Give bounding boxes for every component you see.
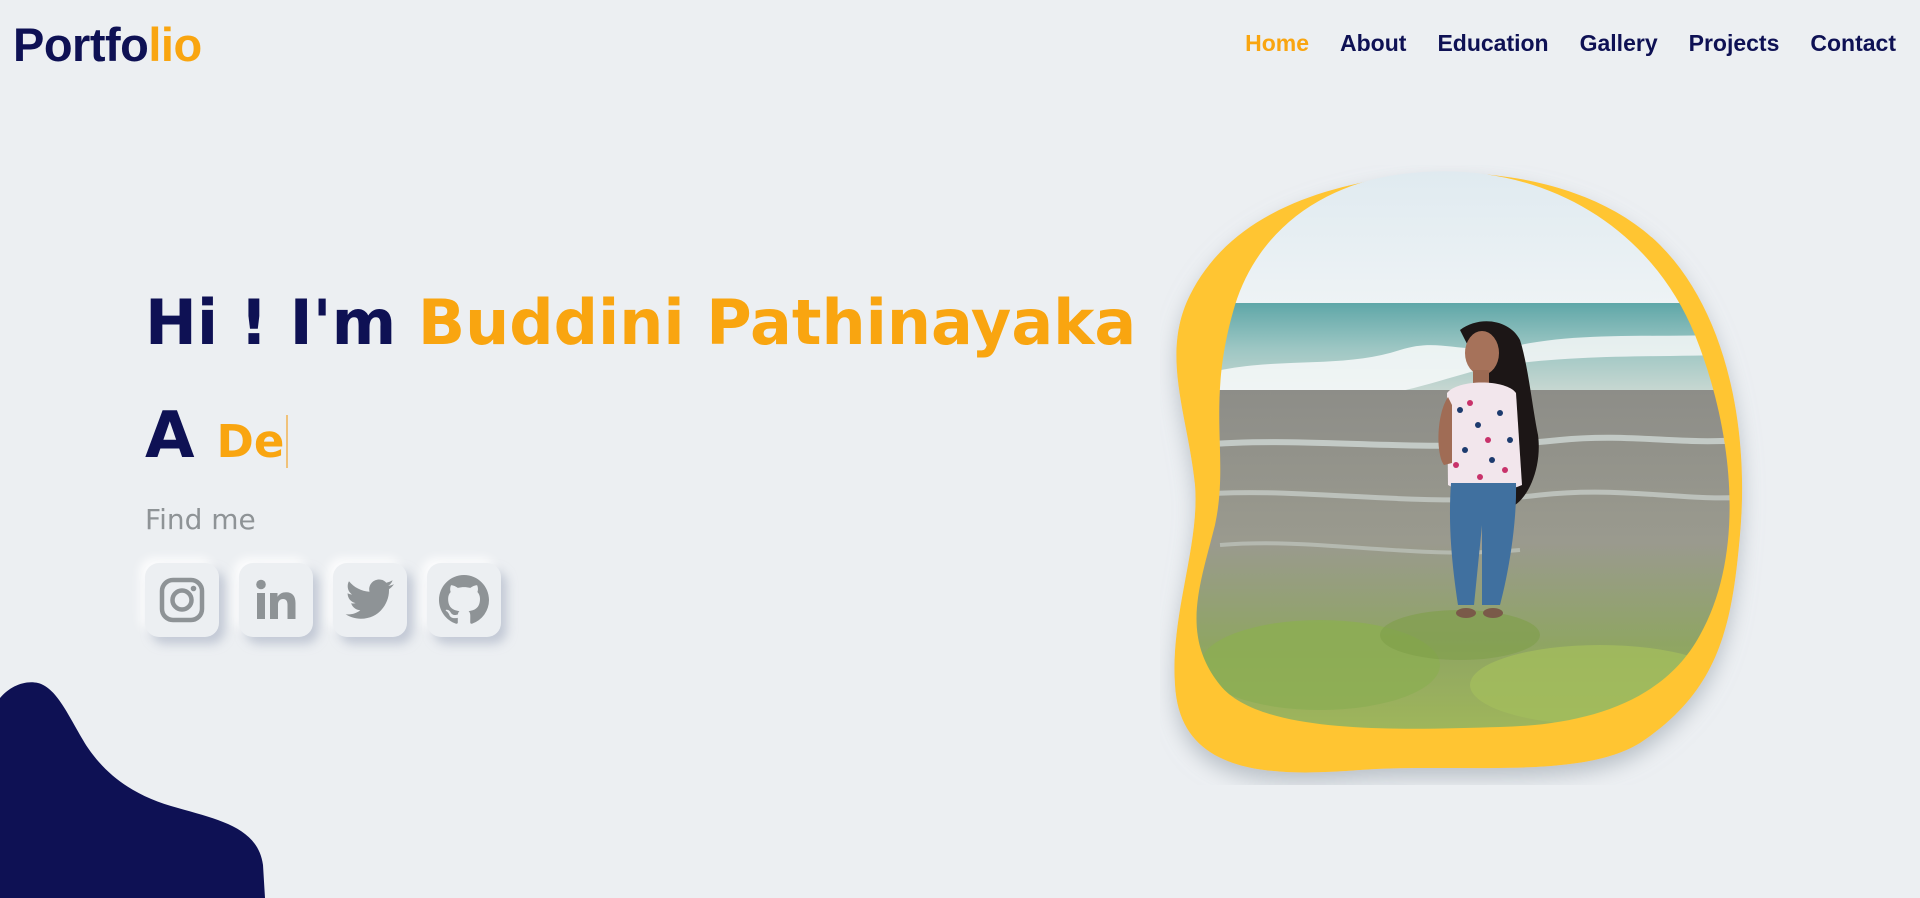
site-header: Portfolio Home About Education Gallery P… (0, 0, 1920, 90)
social-links (145, 563, 521, 637)
decorative-blob (0, 682, 265, 898)
linkedin-icon (256, 579, 296, 619)
find-me-label: Find me (145, 503, 256, 536)
hero-subheading: A De (145, 396, 289, 482)
instagram-icon (159, 577, 205, 623)
logo-text-primary: Portfo (13, 18, 149, 71)
twitter-button[interactable] (333, 563, 407, 637)
github-button[interactable] (427, 563, 501, 637)
nav-link-education[interactable]: Education (1437, 27, 1548, 59)
instagram-button[interactable] (145, 563, 219, 637)
hero-article: A (145, 399, 195, 473)
nav-link-projects[interactable]: Projects (1689, 27, 1780, 59)
twitter-icon (345, 579, 394, 619)
nav-link-about[interactable]: About (1340, 27, 1406, 59)
logo-text-accent: lio (148, 18, 202, 71)
typed-role-text: De (216, 415, 289, 468)
main-nav: Home About Education Gallery Projects Co… (1214, 27, 1896, 59)
hero-greeting: Hi ! I'm (145, 286, 418, 359)
github-icon (439, 575, 489, 624)
hero-name: Buddini Pathinayaka (417, 286, 1137, 359)
profile-photo (1174, 171, 1743, 773)
nav-link-gallery[interactable]: Gallery (1580, 27, 1658, 59)
nav-link-home[interactable]: Home (1245, 27, 1309, 59)
site-logo[interactable]: Portfolio (13, 17, 202, 73)
profile-photo-frame (1160, 165, 1800, 785)
hero-section: Hi ! I'm Buddini Pathinayaka A De (145, 278, 1136, 473)
linkedin-button[interactable] (239, 563, 313, 637)
hero-heading: Hi ! I'm Buddini Pathinayaka (145, 278, 1136, 368)
nav-link-contact[interactable]: Contact (1810, 27, 1896, 59)
